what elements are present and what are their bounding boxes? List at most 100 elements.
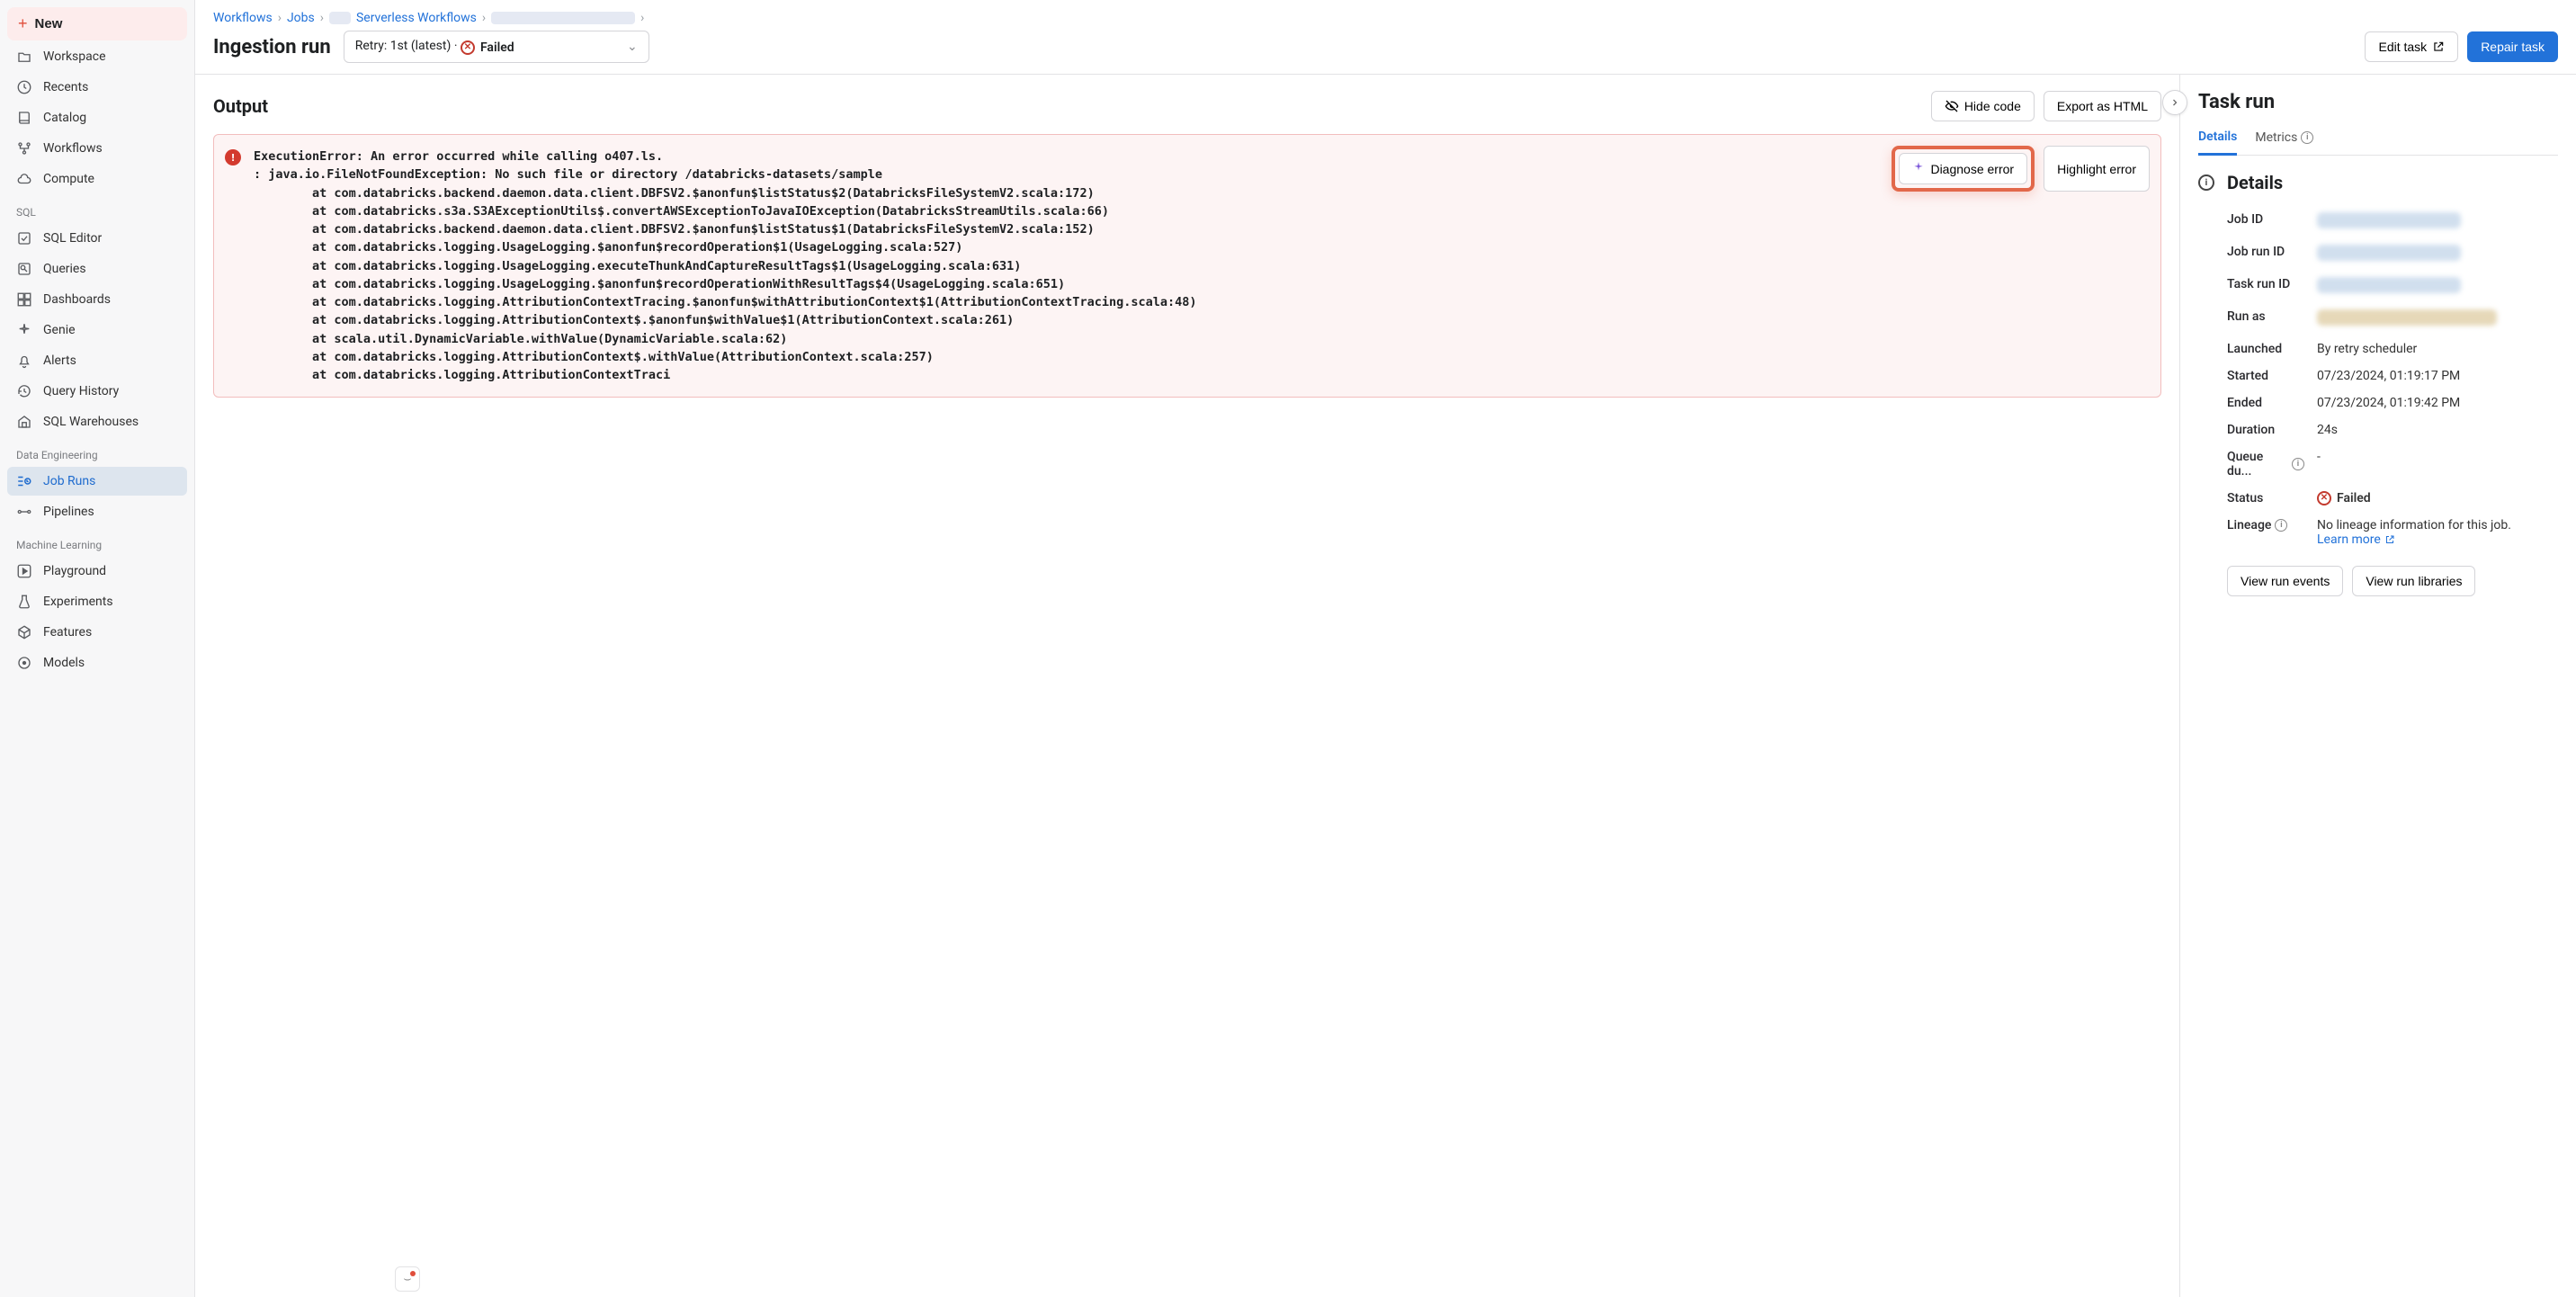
sidebar-item-experiments[interactable]: Experiments: [7, 587, 187, 616]
sidebar-label: Playground: [43, 564, 106, 578]
redacted-value: [2317, 277, 2461, 293]
sidebar-item-sql-warehouses[interactable]: SQL Warehouses: [7, 407, 187, 436]
label: Duration: [2227, 423, 2304, 437]
breadcrumb-blur: [491, 12, 635, 24]
edit-task-label: Edit task: [2378, 40, 2427, 54]
sidebar-item-queries[interactable]: Queries: [7, 255, 187, 283]
diagnose-label: Diagnose error: [1930, 162, 2014, 176]
sidebar: + New Workspace Recents Catalog Workflow…: [0, 0, 195, 1297]
tab-details[interactable]: Details: [2198, 124, 2237, 156]
sidebar-item-playground[interactable]: Playground: [7, 557, 187, 586]
section-ml: Machine Learning: [7, 526, 187, 555]
fail-icon: ✕: [2317, 491, 2331, 505]
new-label: New: [35, 16, 63, 31]
sidebar-item-workflows[interactable]: Workflows: [7, 134, 187, 163]
info-icon: i: [2198, 174, 2214, 191]
tab-metrics[interactable]: Metrics i: [2255, 124, 2313, 155]
new-button[interactable]: + New: [7, 7, 187, 40]
row-launched: Launched By retry scheduler: [2198, 335, 2558, 362]
header: Workflows › Jobs › Serverless Workflows …: [195, 0, 2576, 75]
bell-icon: [16, 353, 32, 369]
task-run-pane: Task run Details Metrics i i Details Job…: [2180, 75, 2576, 1297]
label: Started: [2227, 369, 2304, 383]
sidebar-item-job-runs[interactable]: Job Runs: [7, 467, 187, 496]
chevron-right-icon: ›: [320, 11, 324, 25]
label: Queue du...: [2227, 450, 2288, 479]
export-html-button[interactable]: Export as HTML: [2044, 91, 2161, 121]
highlight-error-button[interactable]: Highlight error: [2044, 146, 2150, 192]
view-run-libraries-button[interactable]: View run libraries: [2352, 566, 2475, 596]
retry-label: Retry: 1st (latest) ·: [355, 39, 458, 53]
sidebar-label: Compute: [43, 172, 94, 186]
sparkle-icon: [1912, 161, 1925, 176]
diagnose-error-button[interactable]: Diagnose error: [1899, 153, 2027, 184]
assistant-indicator[interactable]: ⌣: [395, 1266, 420, 1292]
model-icon: [16, 655, 32, 671]
sidebar-label: SQL Warehouses: [43, 415, 139, 429]
sidebar-item-alerts[interactable]: Alerts: [7, 346, 187, 375]
warehouse-icon: [16, 414, 32, 430]
expand-panel-button[interactable]: [2162, 90, 2187, 115]
row-started: Started 07/23/2024, 01:19:17 PM: [2198, 362, 2558, 389]
sidebar-label: Alerts: [43, 353, 76, 368]
sidebar-item-features[interactable]: Features: [7, 618, 187, 647]
learn-more-link[interactable]: Learn more: [2317, 532, 2395, 547]
edit-task-button[interactable]: Edit task: [2365, 31, 2458, 62]
tab-metrics-label: Metrics: [2255, 130, 2297, 145]
external-link-icon: [2384, 534, 2395, 545]
row-job-run-id: Job run ID: [2198, 238, 2558, 271]
sidebar-item-workspace[interactable]: Workspace: [7, 42, 187, 71]
sidebar-item-pipelines[interactable]: Pipelines: [7, 497, 187, 526]
pipeline-icon: [16, 504, 32, 520]
redacted-value: [2317, 245, 2461, 261]
breadcrumb-workflows[interactable]: Workflows: [213, 11, 273, 25]
breadcrumb-serverless[interactable]: Serverless Workflows: [356, 11, 477, 25]
hide-code-label: Hide code: [1964, 99, 2021, 113]
sidebar-label: Pipelines: [43, 505, 94, 519]
row-ended: Ended 07/23/2024, 01:19:42 PM: [2198, 389, 2558, 416]
info-icon: i: [2275, 519, 2287, 532]
genie-icon: [16, 322, 32, 338]
view-run-events-button[interactable]: View run events: [2227, 566, 2343, 596]
section-sql: SQL: [7, 193, 187, 222]
sidebar-item-catalog[interactable]: Catalog: [7, 103, 187, 132]
sidebar-label: Features: [43, 625, 92, 640]
label: Run as: [2227, 309, 2304, 324]
runs-icon: [16, 473, 32, 489]
sidebar-item-sql-editor[interactable]: SQL Editor: [7, 224, 187, 253]
play-icon: [16, 563, 32, 579]
sidebar-label: SQL Editor: [43, 231, 102, 246]
hide-code-button[interactable]: Hide code: [1931, 91, 2035, 121]
info-icon: i: [2301, 131, 2313, 144]
sidebar-item-query-history[interactable]: Query History: [7, 377, 187, 406]
row-duration: Duration 24s: [2198, 416, 2558, 443]
retry-select[interactable]: Retry: 1st (latest) · ✕ Failed ⌄: [344, 31, 649, 63]
learn-more-label: Learn more: [2317, 532, 2381, 547]
workflow-icon: [16, 140, 32, 157]
sidebar-label: Experiments: [43, 595, 113, 609]
sidebar-item-compute[interactable]: Compute: [7, 165, 187, 193]
breadcrumb-jobs[interactable]: Jobs: [287, 11, 315, 25]
sidebar-item-models[interactable]: Models: [7, 648, 187, 677]
sidebar-item-genie[interactable]: Genie: [7, 316, 187, 344]
sidebar-label: Workspace: [43, 49, 106, 64]
sidebar-label: Recents: [43, 80, 88, 94]
box-icon: [16, 624, 32, 640]
label: Ended: [2227, 396, 2304, 410]
chevron-right-icon: ›: [640, 11, 644, 25]
sidebar-item-recents[interactable]: Recents: [7, 73, 187, 102]
redacted-value: [2317, 309, 2497, 326]
redacted-value: [2317, 212, 2461, 228]
value: -: [2317, 450, 2558, 464]
sidebar-item-dashboards[interactable]: Dashboards: [7, 285, 187, 314]
repair-task-button[interactable]: Repair task: [2467, 31, 2558, 62]
task-run-title: Task run: [2198, 91, 2558, 113]
editor-icon: [16, 230, 32, 246]
value: 07/23/2024, 01:19:42 PM: [2317, 396, 2558, 410]
label: Job run ID: [2227, 245, 2304, 259]
cloud-icon: [16, 171, 32, 187]
tabs: Details Metrics i: [2198, 124, 2558, 156]
row-status: Status ✕ Failed: [2198, 485, 2558, 512]
history-icon: [16, 383, 32, 399]
page-title: Ingestion run: [213, 36, 331, 58]
